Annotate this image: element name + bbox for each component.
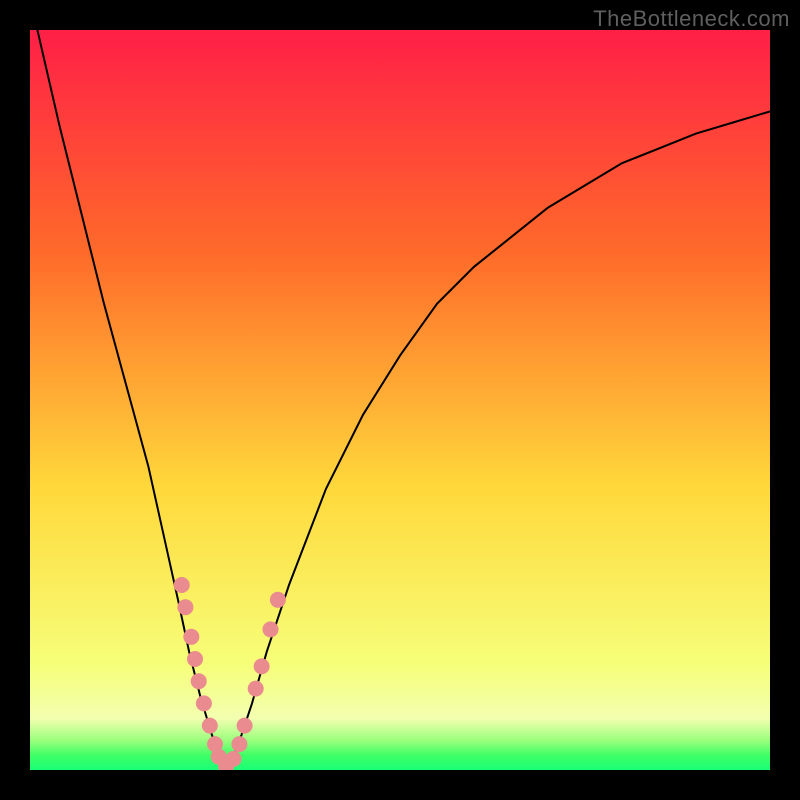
data-marker xyxy=(254,658,270,674)
data-marker xyxy=(237,718,253,734)
data-marker xyxy=(263,621,279,637)
plot-area xyxy=(30,30,770,770)
data-marker xyxy=(202,718,218,734)
data-marker xyxy=(248,681,264,697)
data-marker xyxy=(187,651,203,667)
data-marker xyxy=(191,673,207,689)
curve-layer xyxy=(30,30,770,770)
data-marker xyxy=(196,695,212,711)
watermark-text: TheBottleneck.com xyxy=(593,6,790,32)
data-marker xyxy=(177,599,193,615)
data-marker xyxy=(226,751,242,767)
data-marker xyxy=(231,736,247,752)
chart-frame: TheBottleneck.com xyxy=(0,0,800,800)
marker-group xyxy=(174,577,286,770)
data-marker xyxy=(183,629,199,645)
bottleneck-curve xyxy=(37,30,770,770)
data-marker xyxy=(174,577,190,593)
data-marker xyxy=(270,592,286,608)
